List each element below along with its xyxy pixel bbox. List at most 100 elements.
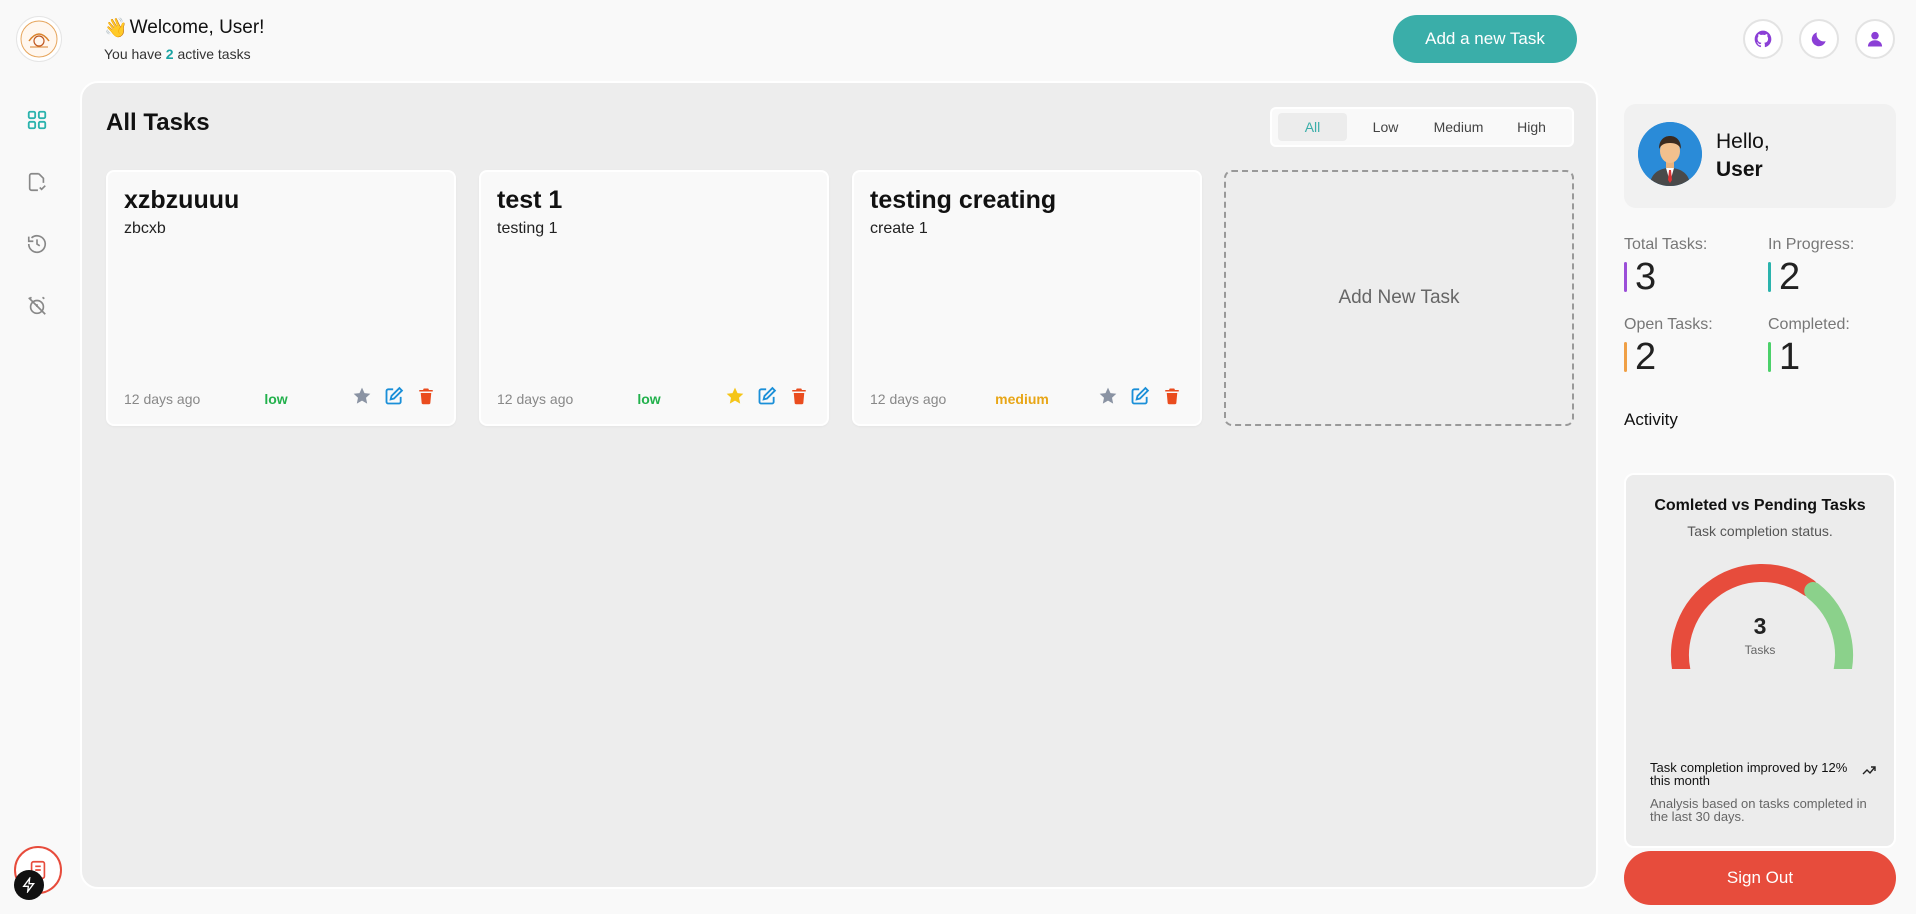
welcome-block: 👋 Welcome, User! You have 2 active tasks [104,16,264,62]
star-icon [726,387,744,404]
theme-toggle-button[interactable] [1799,19,1839,59]
task-description: zbcxb [124,220,166,237]
task-date: 12 days ago [870,391,947,407]
user-name: User [1716,158,1763,181]
stat-bar [1768,342,1771,372]
delete-button[interactable] [1160,384,1184,408]
task-date: 12 days ago [497,391,574,407]
stat-value: 2 [1635,336,1657,378]
star-icon [353,387,371,404]
chart-footer-main: Task completion improved by 12% this mon… [1650,760,1848,788]
star-button[interactable] [723,384,747,408]
avatar-icon [1638,122,1702,186]
gauge-value: 3 [1753,613,1767,639]
add-new-task-button[interactable]: Add a new Task [1393,15,1577,63]
github-button[interactable] [1743,19,1783,59]
stat-open: Open Tasks: 2 [1624,316,1754,378]
task-title: xzbzuuuu [124,186,240,214]
edit-button[interactable] [1128,384,1152,408]
stat-bar [1624,342,1627,372]
page-title: All Tasks [106,109,210,136]
task-card: test 1 testing 1 12 days ago low [479,170,829,426]
task-actions [350,384,438,408]
stat-value: 2 [1779,256,1801,298]
hello-text: Hello, [1716,130,1770,153]
filter-high[interactable]: High [1497,113,1566,141]
trash-icon [1165,388,1179,405]
task-actions [723,384,811,408]
stat-label: In Progress: [1768,236,1855,253]
alarm-off-icon [28,296,46,315]
nav-completed[interactable] [22,167,52,197]
stat-value: 1 [1779,336,1801,378]
grid-icon [27,110,47,130]
greeting: Hello, User [1716,128,1770,184]
star-button[interactable] [1096,384,1120,408]
stat-label: Total Tasks: [1624,236,1708,253]
task-priority: medium [995,391,1049,407]
task-title: test 1 [497,186,563,214]
edit-icon [1131,386,1150,405]
star-icon [1099,387,1117,404]
app-logo[interactable] [16,16,62,62]
activity-heading: Activity [1624,410,1678,429]
nav-all-tasks[interactable] [22,105,52,135]
stat-label: Completed: [1768,316,1850,333]
welcome-text: Welcome, User! [129,17,265,38]
stat-label: Open Tasks: [1624,316,1713,333]
task-title: testing creating [870,186,1057,214]
trash-icon [419,388,433,405]
trash-icon [792,388,806,405]
stat-completed: Completed: 1 [1768,316,1898,378]
github-icon [1754,30,1772,48]
trending-up-icon [1862,766,1876,775]
filter-low[interactable]: Low [1351,113,1420,141]
task-date: 12 days ago [124,391,201,407]
bolt-icon [22,877,35,893]
task-description: create 1 [870,220,928,237]
clock-history-icon [27,235,47,254]
avatar [1638,122,1702,186]
edit-button[interactable] [382,384,406,408]
task-priority: low [637,391,661,407]
stat-value: 3 [1635,256,1657,298]
profile-card: Hello, User [1624,104,1896,208]
filter-medium[interactable]: Medium [1424,113,1493,141]
welcome-title: 👋 Welcome, User! [104,16,264,40]
edit-icon [758,386,777,405]
moon-icon [1811,32,1826,47]
chart-subtitle: Task completion status. [1687,523,1833,539]
wave-icon: 👋 [104,18,128,39]
active-suffix: active tasks [173,46,251,62]
task-card: testing creating create 1 12 days ago me… [852,170,1202,426]
stat-bar [1768,262,1771,292]
star-button[interactable] [350,384,374,408]
logo-icon [20,20,58,58]
dev-tools-button[interactable] [14,870,44,900]
gauge-label: Tasks [1744,643,1776,657]
profile-button[interactable] [1855,19,1895,59]
stat-total: Total Tasks: 3 [1624,236,1754,298]
task-priority: low [264,391,288,407]
chart-title: Comleted vs Pending Tasks [1654,497,1866,514]
nav-pending[interactable] [22,229,52,259]
task-description: testing 1 [497,220,558,237]
stat-bar [1624,262,1627,292]
priority-filter: All Low Medium High [1270,107,1574,147]
task-actions [1096,384,1184,408]
completion-chart-card: Comleted vs Pending Tasks Task completio… [1624,473,1896,848]
nav-overdue[interactable] [22,291,52,321]
chart-footer-sub: Analysis based on tasks completed in the… [1650,796,1867,824]
active-count: 2 [165,46,174,62]
edit-button[interactable] [755,384,779,408]
sign-out-button[interactable]: Sign Out [1624,851,1896,905]
delete-button[interactable] [414,384,438,408]
add-new-task-card[interactable]: Add New Task [1224,170,1574,426]
tasks-panel: All Tasks All Low Medium High xzbzuuuu z… [80,81,1598,889]
edit-icon [385,386,404,405]
user-icon [1867,31,1883,47]
active-prefix: You have [104,46,166,62]
delete-button[interactable] [787,384,811,408]
task-card: xzbzuuuu zbcxb 12 days ago low [106,170,456,426]
filter-all[interactable]: All [1278,113,1347,141]
